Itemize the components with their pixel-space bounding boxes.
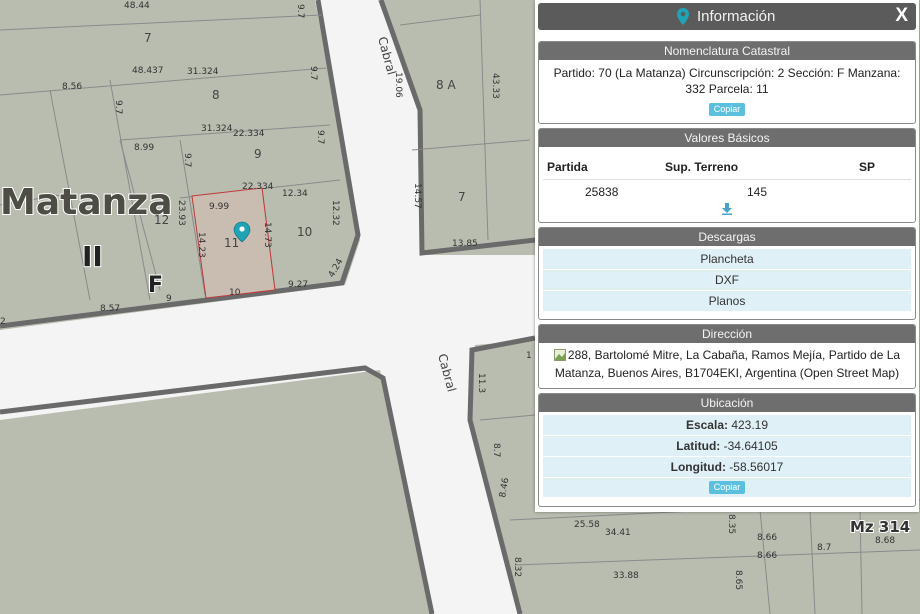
column-sp: SP: [859, 160, 876, 174]
longitud-row: Longitud: -58.56017: [543, 457, 911, 478]
block-number: 7: [458, 190, 466, 204]
valores-section: Valores Básicos Partida Sup. Terreno SP …: [538, 128, 916, 223]
measure-label: 9.27: [288, 280, 308, 290]
measure-label: 10: [229, 288, 241, 298]
measure-label: 14.73: [262, 222, 272, 248]
measure-label: 13.85: [452, 239, 478, 249]
direccion-text: 288, Bartolomé Mitre, La Cabaña, Ramos M…: [554, 348, 901, 380]
locality-label: Matanza: [0, 182, 173, 223]
panel-title-bar: Información X: [538, 3, 916, 30]
manzana-label: Mz 314: [850, 518, 910, 536]
measure-label: 25.58: [574, 520, 600, 530]
column-sup-terreno: Sup. Terreno: [665, 160, 739, 174]
measure-label: 31.324: [201, 124, 233, 134]
roman-label: II: [82, 240, 103, 273]
escala-value: 423.19: [731, 418, 769, 432]
measure-label: 31.324: [187, 67, 219, 77]
latitud-label: Latitud:: [676, 439, 721, 453]
block-number: 12: [154, 213, 169, 227]
longitud-value: -58.56017: [729, 460, 784, 474]
info-panel: Información X Nomenclatura Catastral Par…: [535, 0, 919, 512]
measure-label: 9: [166, 294, 172, 304]
map-image-icon: [553, 349, 566, 365]
measure-label: 8.7: [491, 443, 501, 457]
copy-ubicacion-button[interactable]: Copiar: [708, 481, 746, 494]
block-number: 10: [297, 225, 312, 239]
download-dxf-link[interactable]: DXF: [543, 270, 911, 291]
escala-row: Escala: 423.19: [543, 415, 911, 436]
measure-label: 8.57: [100, 304, 120, 314]
measure-label: 48.437: [132, 66, 164, 76]
measure-label: 8.65: [733, 570, 743, 590]
direccion-section: Dirección 288, Bartolomé Mitre, La Cabañ…: [538, 324, 916, 389]
ubicacion-section: Ubicación Escala: 423.19 Latitud: -34.64…: [538, 393, 916, 507]
measure-label: 22.334: [233, 129, 265, 139]
map-pin-icon: [676, 8, 690, 31]
partida-value: 25838: [585, 185, 619, 199]
block-number: 8: [212, 88, 220, 102]
measure-label: 8.32: [512, 557, 522, 577]
measure-label: 19.06: [393, 72, 403, 98]
sector-label: F: [148, 273, 163, 298]
block-number: 8 A: [436, 78, 456, 92]
measure-label: 9.7: [182, 153, 192, 167]
measure-label: 8.46: [498, 477, 511, 499]
measure-label: 22.334: [242, 182, 274, 192]
descargas-section: Descargas Plancheta DXF Planos: [538, 227, 916, 320]
measure-label: 43.33: [490, 73, 500, 99]
download-icon[interactable]: [721, 202, 733, 220]
block-number: 7: [144, 31, 152, 45]
superficie-value: 145: [747, 185, 768, 199]
measure-label: 8.66: [757, 533, 777, 543]
streets: [0, 0, 535, 614]
descargas-header: Descargas: [539, 228, 915, 246]
nomenclatura-section: Nomenclatura Catastral Partido: 70 (La M…: [538, 41, 916, 124]
measure-label: 1: [526, 351, 532, 361]
panel-title: Información: [697, 8, 776, 25]
measure-label: 8.35: [726, 514, 736, 534]
column-partida: Partida: [547, 160, 588, 174]
measure-label: 11.3: [476, 373, 486, 393]
measure-label: 23.93: [176, 200, 186, 226]
measure-label: 8.56: [62, 82, 82, 92]
download-plancheta-link[interactable]: Plancheta: [543, 249, 911, 270]
latitud-value: -34.64105: [723, 439, 778, 453]
nomenclatura-header: Nomenclatura Catastral: [539, 42, 915, 60]
measure-label: 8.66: [757, 551, 777, 561]
measure-label: 8.99: [134, 143, 154, 153]
download-planos-link[interactable]: Planos: [543, 291, 911, 312]
measure-label: 34.41: [605, 528, 631, 538]
measure-label: 2: [0, 317, 6, 327]
measure-label: 9.7: [315, 130, 325, 144]
valores-header: Valores Básicos: [539, 129, 915, 147]
measure-label: 14.23: [196, 232, 206, 258]
measure-label: 9.7: [295, 4, 305, 18]
latitud-row: Latitud: -34.64105: [543, 436, 911, 457]
measure-label: 33.88: [613, 571, 639, 581]
nomenclatura-text: Partido: 70 (La Matanza) Circunscripción…: [553, 66, 901, 96]
measure-label: 8.7: [817, 543, 831, 553]
block-number: 9: [254, 147, 262, 161]
block-number: 11: [224, 236, 239, 250]
measure-label: 12.32: [330, 200, 340, 226]
copy-nomenclatura-button[interactable]: Copiar: [708, 103, 746, 116]
measure-label: 14.57: [412, 183, 422, 209]
measure-label: 48.44: [124, 1, 150, 11]
measure-label: 9.7: [308, 66, 318, 80]
close-button[interactable]: X: [895, 5, 908, 27]
ubicacion-header: Ubicación: [539, 394, 915, 412]
measure-label: 8.68: [875, 536, 895, 546]
escala-label: Escala:: [685, 418, 728, 432]
measure-label: 9.7: [113, 100, 123, 114]
longitud-label: Longitud:: [670, 460, 726, 474]
table-divider: [543, 179, 911, 180]
measure-label: 9.99: [209, 202, 229, 212]
direccion-header: Dirección: [539, 325, 915, 343]
measure-label: 12.34: [282, 189, 308, 199]
